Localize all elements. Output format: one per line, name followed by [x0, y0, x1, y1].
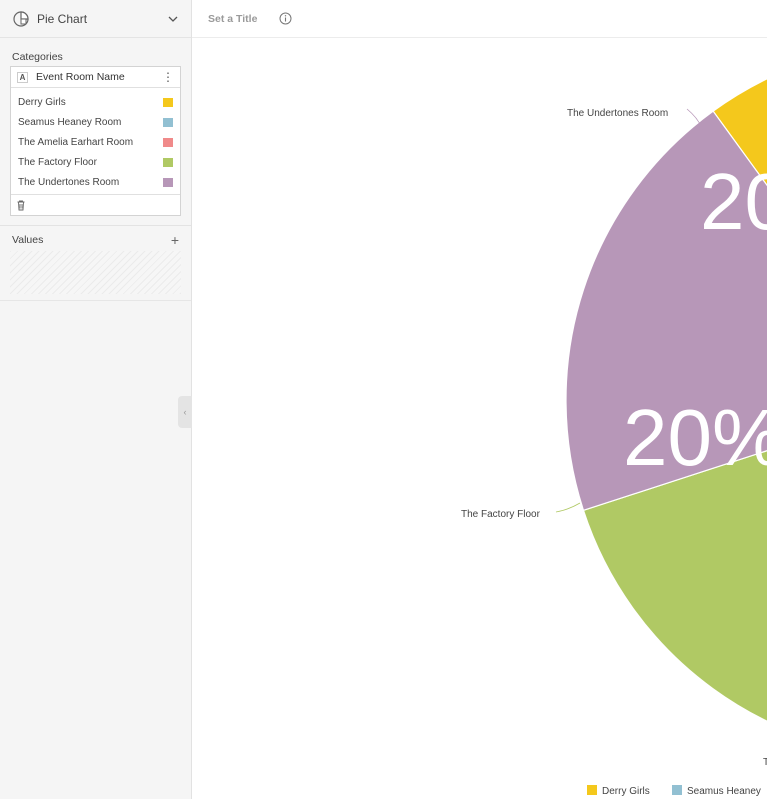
leader-line-factory: [555, 502, 581, 513]
legend: Derry Girls Seamus Heaney: [587, 785, 761, 797]
slice-label-undertones: The Undertones Room: [567, 108, 668, 119]
legend-item[interactable]: Seamus Heaney: [672, 785, 761, 797]
legend-label: Seamus Heaney: [687, 786, 761, 797]
legend-label: Derry Girls: [602, 786, 650, 797]
slice-label-factory: The Factory Floor: [461, 509, 541, 520]
legend-swatch: [672, 785, 682, 795]
legend-item[interactable]: Derry Girls: [587, 785, 650, 797]
percent-label-undertones: 20: [700, 157, 767, 246]
pie-chart: The Undertones Room The Factory Floor T …: [461, 78, 767, 797]
legend-swatch: [587, 785, 597, 795]
slice-label-amelia: T: [763, 757, 767, 768]
percent-label-factory: 20%: [623, 393, 767, 482]
